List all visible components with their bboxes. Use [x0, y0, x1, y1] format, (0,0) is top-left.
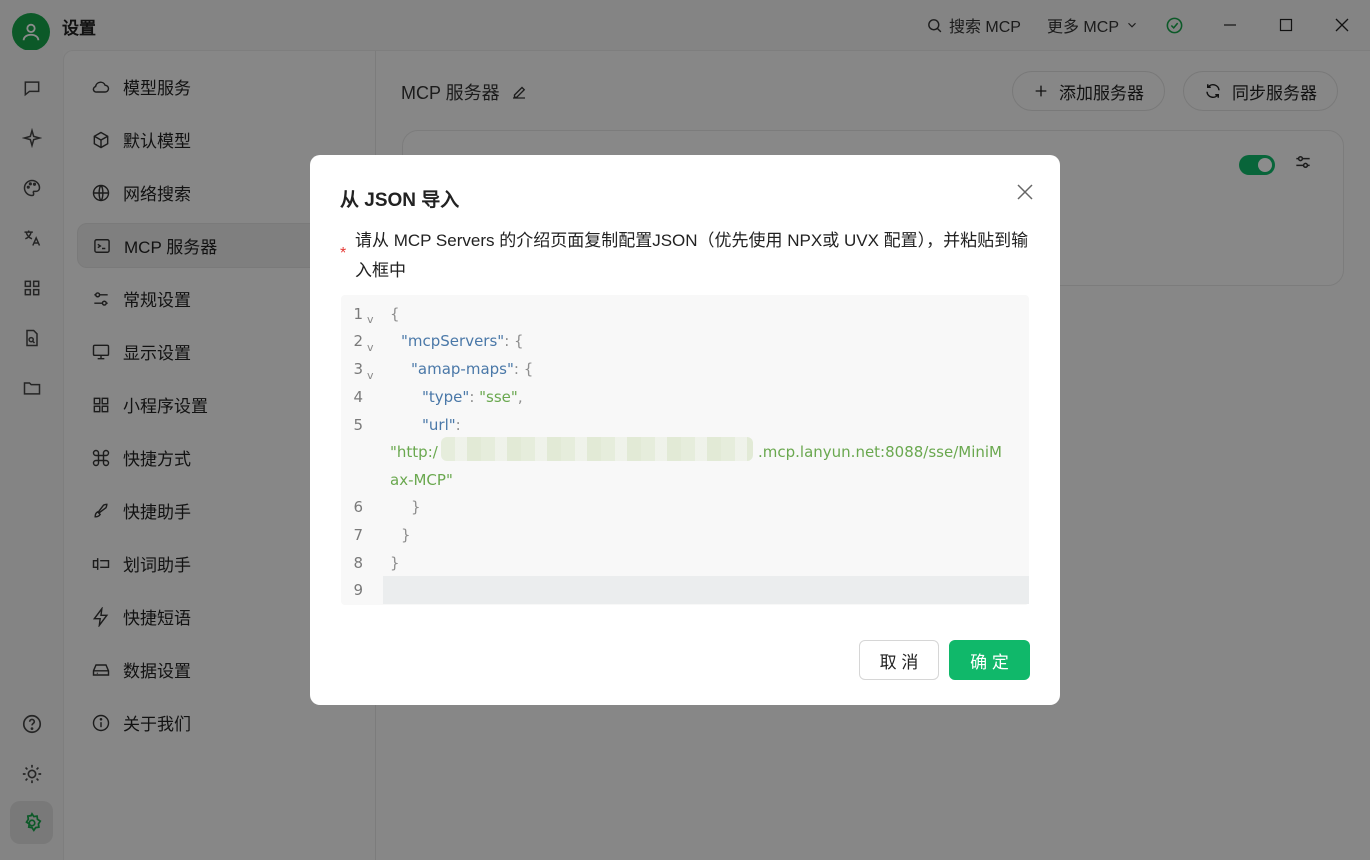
- json-string: .mcp.lanyun.net:8088/sse/MiniM: [758, 443, 1002, 461]
- code-line: "http:/: [390, 443, 438, 461]
- json-key: "type": [422, 388, 470, 406]
- line-number: 2: [353, 332, 363, 350]
- json-editor[interactable]: 1 2 3 4 5 6 7 8 9 v v v { "mcpServers": …: [341, 295, 1029, 605]
- dialog-close-button[interactable]: [1012, 179, 1038, 205]
- code-line: ax-MCP": [390, 471, 453, 489]
- line-number: 3: [353, 360, 363, 378]
- line-number: 6: [353, 498, 363, 516]
- code-punct: : {: [504, 332, 524, 350]
- fold-chevron-icon[interactable]: v: [367, 369, 374, 382]
- fold-chevron-icon[interactable]: v: [367, 341, 374, 354]
- code-line: "type": "sse",: [422, 388, 523, 406]
- json-key: "url": [422, 416, 456, 434]
- line-number: 1: [353, 305, 363, 323]
- required-mark: *: [340, 245, 347, 262]
- dialog-description: 请从 MCP Servers 的介绍页面复制配置JSON（优先使用 NPX或 U…: [355, 231, 1029, 280]
- code-line: }: [401, 526, 411, 544]
- cancel-button[interactable]: 取 消: [859, 640, 939, 680]
- code-line: .mcp.lanyun.net:8088/sse/MiniM: [758, 443, 1002, 461]
- json-key: "amap-maps": [411, 360, 514, 378]
- import-json-dialog: 从 JSON 导入 * 请从 MCP Servers 的介绍页面复制配置JSON…: [310, 155, 1060, 705]
- line-number: 8: [353, 554, 363, 572]
- confirm-button[interactable]: 确 定: [949, 640, 1030, 680]
- code-punct: : {: [513, 360, 534, 378]
- code-line: "amap-maps": {: [411, 360, 533, 378]
- code-brace: }: [411, 498, 421, 516]
- code-brace: {: [390, 305, 400, 323]
- code-punct: :: [469, 388, 480, 406]
- json-string: "sse": [479, 388, 518, 406]
- code-brace: }: [390, 554, 400, 572]
- code-brace: }: [401, 526, 411, 544]
- code-line: }: [411, 498, 421, 516]
- code-line: "url":: [422, 416, 461, 434]
- code-punct: ,: [517, 388, 523, 406]
- line-number: 9: [353, 581, 363, 599]
- json-string: "http:/: [390, 443, 438, 461]
- active-line-highlight: [383, 576, 1029, 604]
- code-line: "mcpServers": {: [401, 332, 524, 350]
- line-number: 4: [353, 388, 363, 406]
- code-punct: :: [455, 416, 461, 434]
- json-key: "mcpServers": [401, 332, 505, 350]
- close-icon: [1017, 184, 1033, 200]
- json-string: ax-MCP": [390, 471, 453, 489]
- code-line: {: [390, 305, 400, 323]
- dialog-title: 从 JSON 导入: [340, 190, 460, 211]
- fold-chevron-icon[interactable]: v: [367, 313, 374, 326]
- line-number: 7: [353, 526, 363, 544]
- code-line: }: [390, 554, 400, 572]
- line-number: 5: [353, 416, 363, 434]
- redacted-region: [441, 437, 753, 461]
